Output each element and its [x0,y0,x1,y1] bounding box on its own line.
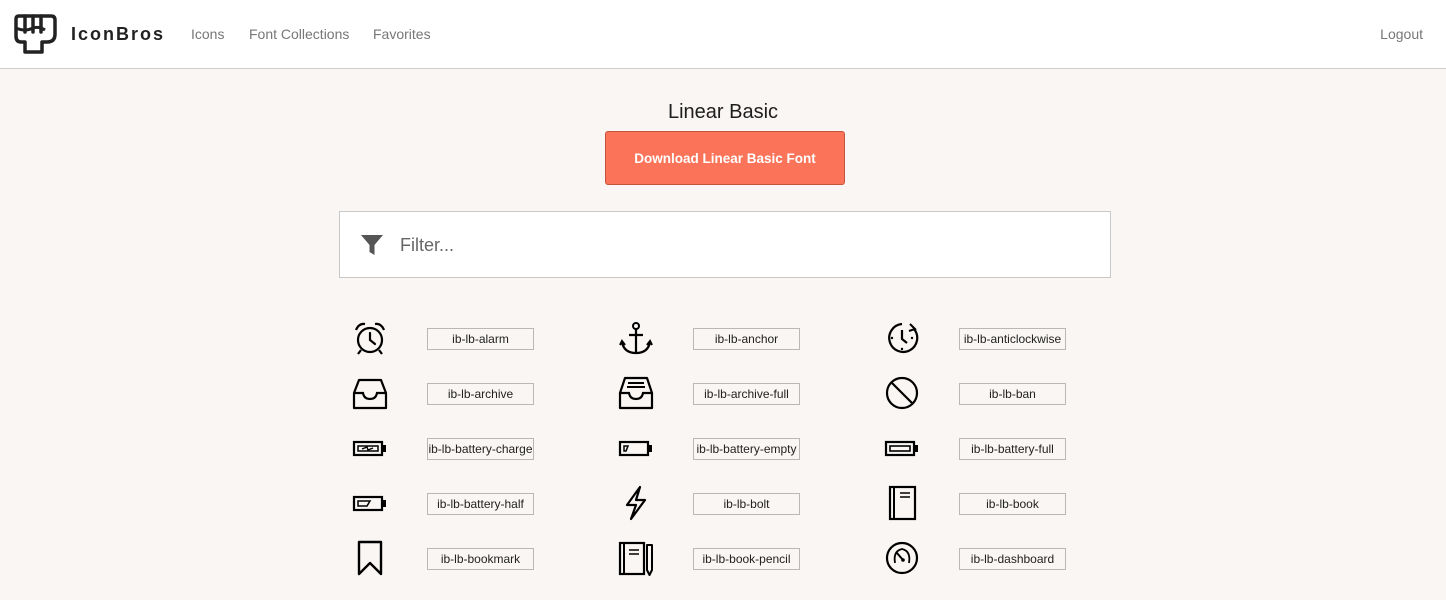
filter-bar [339,211,1111,278]
logout-link[interactable]: Logout [1380,24,1423,44]
battery-half-icon [352,495,386,512]
archive-full-icon [618,376,654,410]
icon-cell[interactable]: ib-lb-book-pencil [605,535,871,590]
collection-title: Linear Basic [667,101,779,123]
icon-cell[interactable]: ib-lb-ban [871,370,1111,425]
anticlockwise-icon [888,322,919,354]
icon-cell[interactable]: ib-lb-archive-full [605,370,871,425]
brand-link[interactable]: IconBros [11,12,165,56]
icon-class-label[interactable]: ib-lb-dashboard [959,548,1066,570]
nav-link-font-collections[interactable]: Font Collections [249,24,349,44]
icon-cell[interactable]: ib-lb-bookmark [339,535,605,590]
book-pencil-icon [618,541,653,576]
bolt-icon [625,485,647,521]
icon-cell[interactable]: ib-lb-anticlockwise [871,315,1111,370]
battery-full-icon [884,440,918,457]
icon-class-label[interactable]: ib-lb-battery-half [427,493,534,515]
icon-class-label[interactable]: ib-lb-battery-charge [427,438,534,460]
icon-cell[interactable]: ib-lb-battery-empty [605,425,871,480]
battery-charge-icon [352,440,386,457]
icon-class-label[interactable]: ib-lb-book-pencil [693,548,800,570]
ban-icon [885,376,919,410]
download-font-button[interactable]: Download Linear Basic Font [605,131,845,185]
nav-link-favorites[interactable]: Favorites [373,24,431,44]
top-navbar: IconBros Icons Font Collections Favorite… [0,0,1446,69]
icon-class-label[interactable]: ib-lb-bookmark [427,548,534,570]
icon-cell[interactable]: ib-lb-anchor [605,315,871,370]
icon-class-label[interactable]: ib-lb-ban [959,383,1066,405]
archive-icon [352,378,388,410]
filter-input[interactable] [400,228,1090,262]
icon-cell[interactable]: ib-lb-dashboard [871,535,1111,590]
icon-cell[interactable]: ib-lb-battery-half [339,480,605,535]
nav-link-icons[interactable]: Icons [191,24,224,44]
icon-cell[interactable]: ib-lb-bolt [605,480,871,535]
icon-class-label[interactable]: ib-lb-battery-empty [693,438,800,460]
icon-class-label[interactable]: ib-lb-archive [427,383,534,405]
icon-class-label[interactable]: ib-lb-battery-full [959,438,1066,460]
fist-logo-icon [14,14,57,54]
battery-empty-icon [618,440,652,457]
brand-name: IconBros [71,23,166,44]
icon-class-label[interactable]: ib-lb-archive-full [693,383,800,405]
icon-grid: ib-lb-alarm ib-lb-anchor ib-lb-anticlockwi… [339,315,1111,590]
icon-class-label[interactable]: ib-lb-book [959,493,1066,515]
icon-class-label[interactable]: ib-lb-bolt [693,493,800,515]
icon-cell[interactable]: ib-lb-battery-charge [339,425,605,480]
icon-class-label[interactable]: ib-lb-anticlockwise [959,328,1066,350]
anchor-icon [619,322,653,355]
bookmark-icon [357,540,383,576]
icon-cell[interactable]: ib-lb-alarm [339,315,605,370]
icon-class-label[interactable]: ib-lb-alarm [427,328,534,350]
book-icon [888,485,917,521]
alarm-icon [354,322,386,355]
filter-funnel-icon [361,235,383,255]
dashboard-icon [885,541,919,575]
icon-cell[interactable]: ib-lb-archive [339,370,605,425]
icon-cell[interactable]: ib-lb-book [871,480,1111,535]
icon-class-label[interactable]: ib-lb-anchor [693,328,800,350]
icon-cell[interactable]: ib-lb-battery-full [871,425,1111,480]
